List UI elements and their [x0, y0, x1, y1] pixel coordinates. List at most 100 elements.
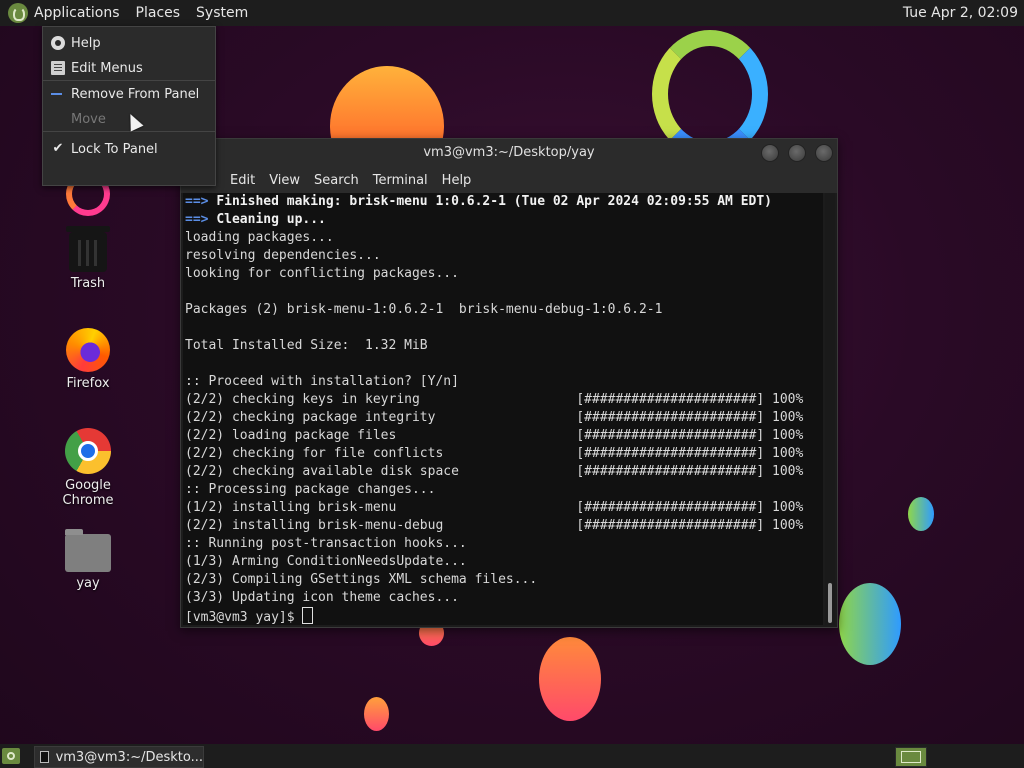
terminal-menu-search[interactable]: Search: [307, 173, 366, 188]
desktop-icon-yay[interactable]: yay: [38, 529, 138, 591]
context-item-label: Help: [71, 35, 101, 51]
terminal-line: ==> Finished making: brisk-menu 1:0.6.2-…: [185, 193, 823, 211]
terminal-line: resolving dependencies...: [185, 247, 823, 265]
terminal-window[interactable]: vm3@vm3:~/Desktop/yay Edit View Search T…: [180, 138, 838, 628]
menu-places[interactable]: Places: [128, 0, 189, 26]
chrome-icon: [65, 428, 111, 474]
terminal-line: loading packages...: [185, 229, 823, 247]
trash-icon: [66, 226, 110, 272]
desktop-icon-trash[interactable]: Trash: [38, 226, 138, 291]
terminal-line: (2/2) checking for file conflicts [#####…: [185, 445, 823, 463]
menu-system[interactable]: System: [188, 0, 256, 26]
remove-icon: [51, 87, 65, 101]
context-item-label: Remove From Panel: [71, 86, 200, 102]
firefox-icon: [66, 328, 110, 372]
background-teal-blob-large: [839, 583, 901, 665]
terminal-menu-edit[interactable]: Edit: [223, 173, 262, 188]
context-separator: [43, 80, 215, 81]
terminal-line: (2/2) checking keys in keyring [########…: [185, 391, 823, 409]
terminal-line: Packages (2) brisk-menu-1:0.6.2-1 brisk-…: [185, 301, 823, 319]
terminal-menubar: Edit View Search Terminal Help: [181, 167, 837, 193]
terminal-line-text: (2/3) Compiling GSettings XML schema fil…: [185, 572, 538, 587]
terminal-line-text: (2/2) checking keys in keyring [########…: [185, 392, 804, 407]
terminal-line-text: (2/2) installing brisk-menu-debug [#####…: [185, 518, 804, 533]
terminal-line-text: :: Processing package changes...: [185, 482, 436, 497]
bottom-panel: vm3@vm3:~/Deskto...: [0, 744, 1024, 768]
help-icon: [51, 36, 65, 50]
terminal-line-text: Cleaning up...: [216, 212, 326, 227]
terminal-line: (1/2) installing brisk-menu [###########…: [185, 499, 823, 517]
context-separator: [43, 131, 215, 132]
terminal-line-text: (2/2) loading package files [###########…: [185, 428, 804, 443]
menu-applications[interactable]: Applications: [28, 0, 128, 26]
taskbar-button-label: vm3@vm3:~/Deskto...: [55, 749, 203, 765]
terminal-line: (2/2) checking package integrity [######…: [185, 409, 823, 427]
check-icon: ✔: [52, 141, 64, 156]
terminal-line: (3/3) Updating icon theme caches...: [185, 589, 823, 607]
terminal-output[interactable]: ==> Finished making: brisk-menu 1:0.6.2-…: [183, 193, 823, 625]
show-desktop-button[interactable]: [2, 748, 20, 764]
background-orange-blob-bottom: [539, 637, 601, 721]
scrollbar-thumb[interactable]: [828, 583, 832, 623]
desktop-icon-label: Firefox: [66, 376, 110, 391]
desktop-icon-google-chrome[interactable]: Google Chrome: [38, 428, 138, 508]
terminal-line-text: (1/3) Arming ConditionNeedsUpdate...: [185, 554, 467, 569]
clock[interactable]: Tue Apr 2, 02:09: [903, 0, 1018, 26]
context-item-remove-from-panel[interactable]: Remove From Panel: [43, 82, 215, 106]
terminal-arrow: ==>: [185, 212, 209, 227]
workspace-switcher[interactable]: [895, 747, 927, 767]
terminal-lines: ==> Finished making: brisk-menu 1:0.6.2-…: [183, 193, 823, 625]
terminal-prompt-line[interactable]: [vm3@vm3 yay]$: [185, 607, 823, 625]
terminal-line-text: (2/2) checking for file conflicts [#####…: [185, 446, 804, 461]
folder-icon: [65, 529, 111, 572]
mate-logo-icon[interactable]: [8, 3, 28, 23]
minimize-button[interactable]: [761, 144, 779, 162]
terminal-line-text: :: Running post-transaction hooks...: [185, 536, 467, 551]
context-item-lock-to-panel[interactable]: ✔ Lock To Panel: [43, 137, 215, 161]
terminal-line: Total Installed Size: 1.32 MiB: [185, 337, 823, 355]
close-button[interactable]: [815, 144, 833, 162]
terminal-line: (2/2) loading package files [###########…: [185, 427, 823, 445]
empty-icon: [51, 112, 65, 126]
terminal-line: (2/2) checking available disk space [###…: [185, 463, 823, 481]
context-item-label: Lock To Panel: [71, 141, 158, 157]
terminal-scrollbar[interactable]: [825, 193, 835, 625]
terminal-line-text: loading packages...: [185, 230, 334, 245]
terminal-line: :: Proceed with installation? [Y/n]: [185, 373, 823, 391]
context-item-help[interactable]: Help: [43, 31, 215, 55]
terminal-icon: [40, 751, 49, 763]
terminal-cursor: [302, 607, 314, 624]
context-item-label: Move: [71, 111, 106, 127]
terminal-line-text: looking for conflicting packages...: [185, 266, 459, 281]
terminal-menu-help[interactable]: Help: [435, 173, 479, 188]
desktop-icon-firefox[interactable]: Firefox: [38, 328, 138, 391]
terminal-titlebar[interactable]: vm3@vm3:~/Desktop/yay: [181, 139, 837, 167]
terminal-line: :: Processing package changes...: [185, 481, 823, 499]
terminal-prompt: [vm3@vm3 yay]$: [185, 610, 303, 625]
background-teal-blob-small: [908, 497, 934, 531]
terminal-line-text: :: Proceed with installation? [Y/n]: [185, 374, 459, 389]
terminal-menu-view[interactable]: View: [262, 173, 307, 188]
terminal-line-text: (2/2) checking package integrity [######…: [185, 410, 804, 425]
terminal-line: (2/3) Compiling GSettings XML schema fil…: [185, 571, 823, 589]
terminal-title: vm3@vm3:~/Desktop/yay: [423, 145, 595, 160]
terminal-line-text: Finished making: brisk-menu 1:0.6.2-1 (T…: [216, 194, 773, 209]
terminal-line-text: resolving dependencies...: [185, 248, 381, 263]
edit-menus-icon: [51, 61, 65, 75]
context-item-edit-menus[interactable]: Edit Menus: [43, 56, 215, 80]
terminal-arrow: ==>: [185, 194, 209, 209]
panel-context-menu: Help Edit Menus Remove From Panel Move ✔…: [42, 26, 216, 186]
taskbar-button-terminal[interactable]: vm3@vm3:~/Deskto...: [34, 746, 204, 768]
terminal-menu-terminal[interactable]: Terminal: [366, 173, 435, 188]
terminal-line: (2/2) installing brisk-menu-debug [#####…: [185, 517, 823, 535]
maximize-button[interactable]: [788, 144, 806, 162]
terminal-line-text: Packages (2) brisk-menu-1:0.6.2-1 brisk-…: [185, 302, 663, 317]
terminal-line: :: Running post-transaction hooks...: [185, 535, 823, 553]
terminal-line-text: Total Installed Size: 1.32 MiB: [185, 338, 428, 353]
desktop-icon-label: Trash: [70, 276, 106, 291]
desktop-icon-label: Google Chrome: [62, 478, 114, 508]
terminal-line-text: (3/3) Updating icon theme caches...: [185, 590, 459, 605]
